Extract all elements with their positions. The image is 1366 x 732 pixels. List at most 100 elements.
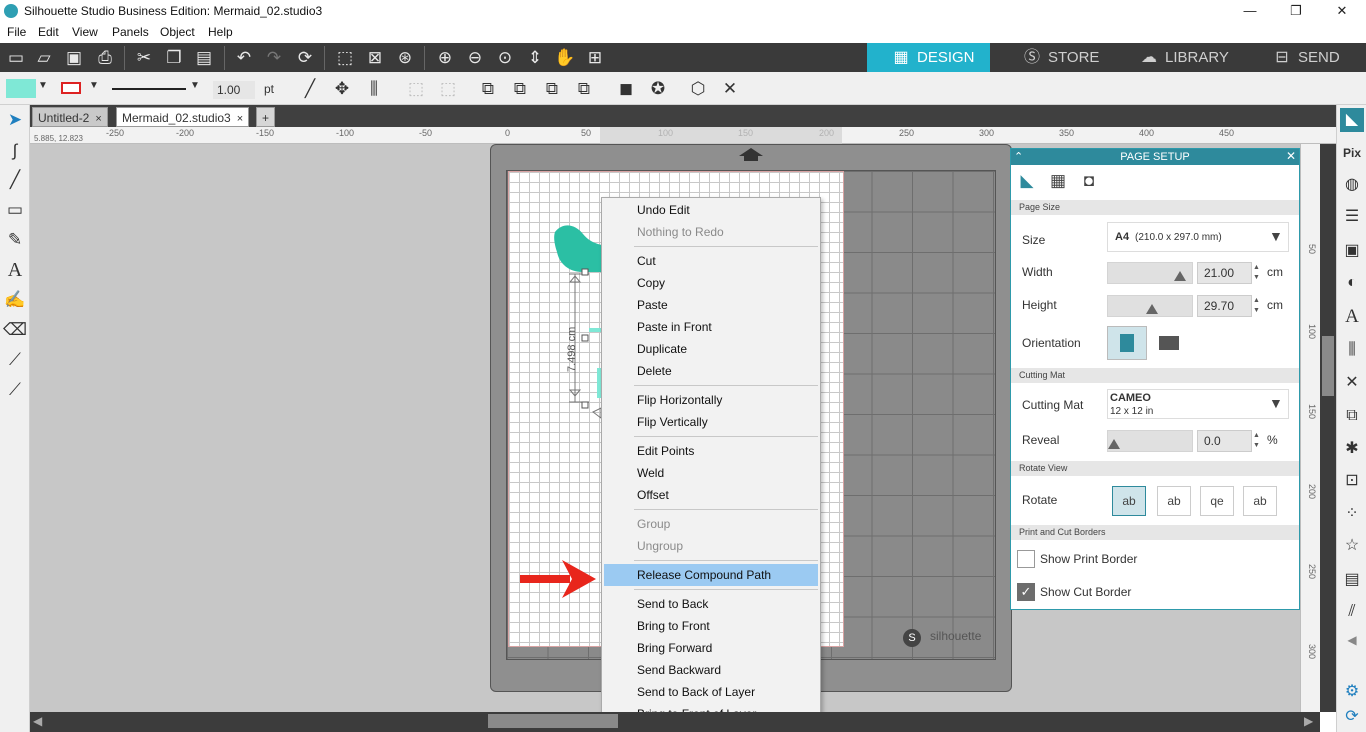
fill-color-swatch[interactable] bbox=[6, 79, 36, 98]
menu-item-flip-horizontally[interactable]: Flip Horizontally bbox=[637, 389, 817, 411]
slider-thumb[interactable] bbox=[1108, 439, 1120, 449]
menu-item-cut[interactable]: Cut bbox=[637, 250, 817, 272]
menu-item-duplicate[interactable]: Duplicate bbox=[637, 338, 817, 360]
menu-object[interactable]: Object bbox=[160, 25, 195, 39]
offset-panel-icon[interactable]: ✱ bbox=[1340, 437, 1364, 461]
new-document-icon[interactable]: ▭ bbox=[4, 46, 28, 70]
doc-tab-close-icon[interactable]: × bbox=[95, 113, 101, 125]
collapse-panel-icon[interactable]: ⌃ bbox=[1014, 150, 1023, 163]
menu-file[interactable]: File bbox=[7, 25, 26, 39]
pan-hand-icon[interactable]: ✋ bbox=[553, 46, 577, 70]
rotate-0-button[interactable]: ab bbox=[1112, 486, 1146, 516]
zoom-select-icon[interactable]: ⊙ bbox=[493, 46, 517, 70]
doc-tab-mermaid[interactable]: Mermaid_02.studio3 × bbox=[116, 107, 250, 127]
knife-icon[interactable]: ⟋ bbox=[3, 348, 27, 372]
layers-panel-icon[interactable]: ▤ bbox=[1340, 568, 1364, 592]
width-slider[interactable] bbox=[1107, 262, 1193, 284]
pencil-icon[interactable]: ✎ bbox=[3, 228, 27, 252]
close-button[interactable]: ✕ bbox=[1319, 0, 1365, 22]
horizontal-scrollbar[interactable]: ◀ ▶ bbox=[30, 712, 1320, 732]
copy-icon[interactable]: ❐ bbox=[162, 46, 186, 70]
menu-item-flip-vertically[interactable]: Flip Vertically bbox=[637, 411, 817, 433]
line-color-swatch[interactable] bbox=[61, 82, 81, 94]
menu-item-release-compound-path[interactable]: Release Compound Path bbox=[604, 564, 818, 586]
cutting-mat-select[interactable]: CAMEO 12 x 12 in ▼ bbox=[1107, 389, 1289, 419]
page-setup-panel-icon[interactable]: ◣ bbox=[1340, 108, 1364, 132]
save-icon[interactable]: ▣ bbox=[62, 46, 86, 70]
menu-edit[interactable]: Edit bbox=[38, 25, 59, 39]
new-tab-button[interactable]: + bbox=[256, 107, 276, 127]
vertical-scroll-thumb[interactable] bbox=[1322, 336, 1334, 396]
menu-view[interactable]: View bbox=[72, 25, 98, 39]
tab-send[interactable]: ⊟ SEND bbox=[1272, 43, 1339, 72]
show-cut-border-checkbox[interactable]: ✓ bbox=[1017, 583, 1035, 601]
select-all-icon[interactable]: ⬚ bbox=[333, 46, 357, 70]
modify-panel-icon[interactable]: ⧉ bbox=[1340, 404, 1364, 428]
arrange-front-icon[interactable]: ⧉ bbox=[508, 77, 532, 101]
menu-panels[interactable]: Panels bbox=[112, 25, 149, 39]
menu-item-weld[interactable]: Weld bbox=[637, 462, 817, 484]
zoom-in-icon[interactable]: ⊕ bbox=[433, 46, 457, 70]
menu-item-paste-in-front[interactable]: Paste in Front bbox=[637, 316, 817, 338]
height-input[interactable]: 29.70 bbox=[1197, 295, 1252, 317]
horizontal-scroll-thumb[interactable] bbox=[488, 714, 618, 728]
fill-panel-icon[interactable]: ◍ bbox=[1340, 173, 1364, 197]
3d-box-icon[interactable]: ⬡ bbox=[686, 77, 710, 101]
fit-page-icon[interactable]: ⇕ bbox=[523, 46, 547, 70]
settings-gear-icon[interactable]: ⚙ bbox=[1340, 680, 1364, 704]
tab-store[interactable]: Ⓢ STORE bbox=[1022, 43, 1099, 72]
pixscan-icon[interactable]: Pix bbox=[1340, 141, 1364, 165]
menu-item-send-backward[interactable]: Send Backward bbox=[637, 659, 817, 681]
scroll-left-icon[interactable]: ◀ bbox=[33, 714, 42, 728]
width-stepper[interactable]: ▲ ▼ bbox=[1253, 263, 1261, 283]
arrange-back-icon[interactable]: ⧉ bbox=[476, 77, 500, 101]
line-style-panel-icon[interactable]: ☰ bbox=[1340, 205, 1364, 229]
collapse-left-icon[interactable]: ◀ bbox=[1340, 628, 1364, 652]
nesting-panel-icon[interactable]: ⫽ bbox=[1340, 600, 1364, 624]
minimize-button[interactable]: — bbox=[1227, 0, 1273, 22]
shadow-panel-icon[interactable]: ◐ bbox=[1340, 271, 1364, 295]
text-tool-icon[interactable]: A bbox=[3, 258, 27, 282]
menu-help[interactable]: Help bbox=[208, 25, 233, 39]
line-style-dropdown-icon[interactable]: ▼ bbox=[190, 80, 200, 91]
line-color-dropdown-icon[interactable]: ▼ bbox=[89, 80, 99, 91]
width-input[interactable]: 21.00 bbox=[1197, 262, 1252, 284]
sync-icon[interactable]: ⟳ bbox=[1340, 705, 1364, 729]
line-style-preview[interactable] bbox=[112, 88, 186, 90]
select-by-color-icon[interactable]: ⊛ bbox=[393, 46, 417, 70]
vertical-scrollbar[interactable] bbox=[1320, 144, 1336, 712]
rotate-270-button[interactable]: ab bbox=[1243, 486, 1277, 516]
line-tool-icon[interactable]: ╱ bbox=[298, 77, 322, 101]
fill-dropdown-icon[interactable]: ▼ bbox=[38, 80, 48, 91]
trace-panel-icon[interactable]: ⊡ bbox=[1340, 469, 1364, 493]
arrange-forward-icon[interactable]: ⧉ bbox=[572, 77, 596, 101]
print-icon[interactable]: ⎙ bbox=[93, 46, 117, 70]
pattern-panel-icon[interactable]: ▣ bbox=[1340, 239, 1364, 263]
maximize-button[interactable]: ❐ bbox=[1273, 0, 1319, 22]
menu-item-paste[interactable]: Paste bbox=[637, 294, 817, 316]
fit-to-window-icon[interactable]: ⊞ bbox=[583, 46, 607, 70]
text-panel-icon[interactable]: A bbox=[1340, 305, 1364, 329]
delete-x-icon[interactable]: ✕ bbox=[718, 77, 742, 101]
open-folder-icon[interactable]: ▱ bbox=[32, 46, 56, 70]
menu-item-delete[interactable]: Delete bbox=[637, 360, 817, 382]
ungroup-icon[interactable]: ⬚ bbox=[436, 77, 460, 101]
slider-thumb[interactable] bbox=[1174, 271, 1186, 281]
transform-panel-icon[interactable]: ✕ bbox=[1340, 371, 1364, 395]
eraser-icon[interactable]: ⌫ bbox=[3, 318, 27, 342]
zoom-out-icon[interactable]: ⊖ bbox=[463, 46, 487, 70]
redo-icon[interactable]: ↷ bbox=[262, 46, 286, 70]
slider-thumb[interactable] bbox=[1146, 304, 1158, 314]
weld-icon[interactable]: ◼ bbox=[614, 77, 638, 101]
eyedropper-icon[interactable]: ⟋ bbox=[3, 378, 27, 402]
reveal-input[interactable]: 0.0 bbox=[1197, 430, 1252, 452]
panel-close-icon[interactable]: ✕ bbox=[1286, 149, 1296, 163]
orientation-portrait-button[interactable] bbox=[1107, 326, 1147, 360]
height-slider[interactable] bbox=[1107, 295, 1193, 317]
align-panel-icon[interactable]: ⫼ bbox=[1340, 338, 1364, 362]
paste-icon[interactable]: ▤ bbox=[192, 46, 216, 70]
point-edit-icon[interactable]: ∫ bbox=[3, 139, 27, 163]
menu-item-offset[interactable]: Offset bbox=[637, 484, 817, 506]
deselect-icon[interactable]: ⊠ bbox=[363, 46, 387, 70]
page-setup-tab-icon[interactable]: ◣ bbox=[1015, 169, 1039, 193]
